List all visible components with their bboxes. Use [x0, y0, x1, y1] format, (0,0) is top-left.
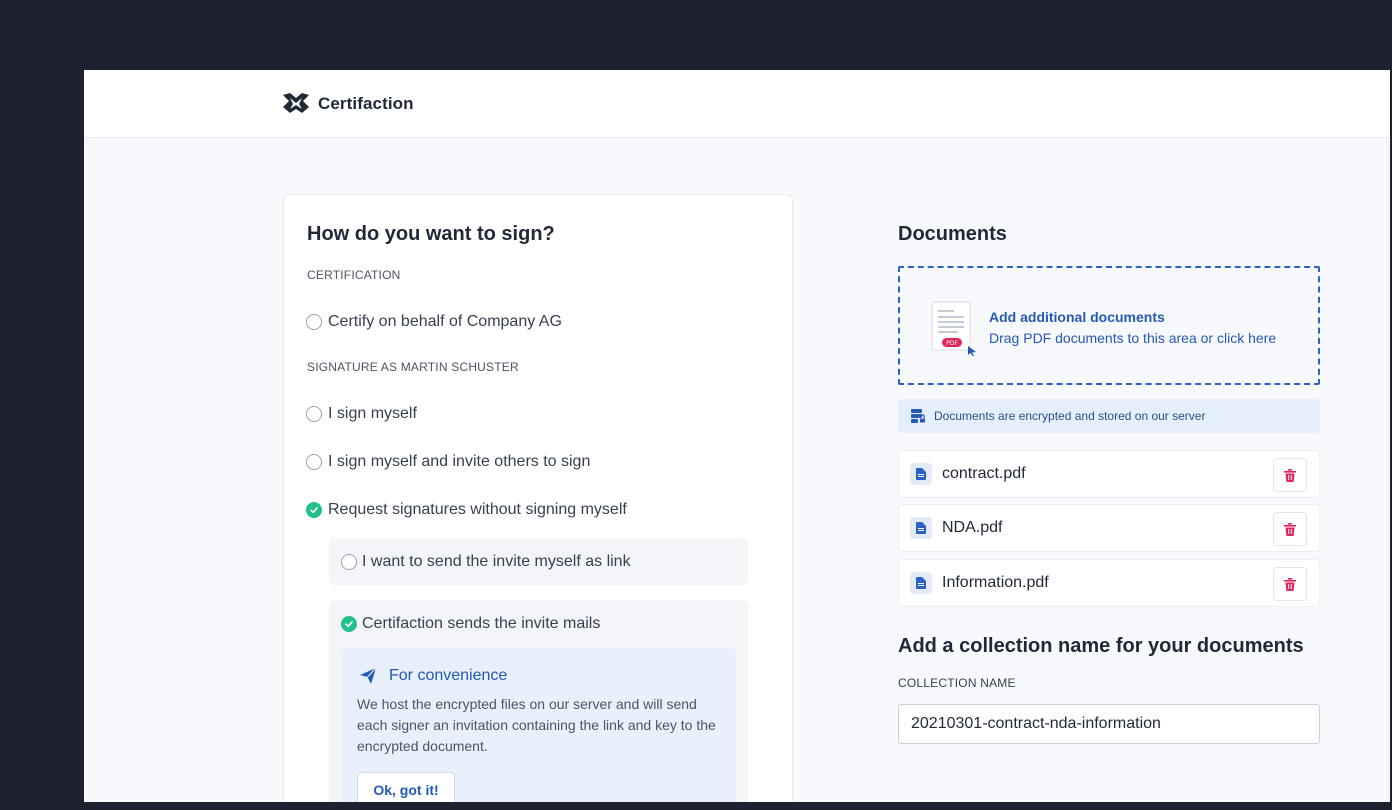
sign-method-card: How do you want to sign? CERTIFICATION C… [283, 194, 793, 802]
radio-button[interactable] [306, 406, 322, 422]
file-row[interactable]: NDA.pdf [898, 504, 1320, 552]
encryption-notice: Documents are encrypted and stored on ou… [898, 399, 1320, 433]
encrypted-server-icon [911, 409, 926, 424]
trash-icon [1284, 522, 1296, 536]
option-label: I sign myself and invite others to sign [328, 453, 591, 470]
dropzone-subtitle: Drag PDF documents to this area or click… [989, 330, 1277, 346]
delete-file-button[interactable] [1273, 512, 1307, 546]
file-name: contract.pdf [942, 465, 1026, 482]
file-name: Information.pdf [942, 574, 1049, 591]
logo[interactable]: Certifaction [282, 92, 414, 116]
file-icon [910, 572, 932, 594]
collection-name-input[interactable] [898, 704, 1320, 744]
app-window: Certifaction How do you want to sign? CE… [84, 70, 1390, 802]
convenience-title: For convenience [389, 667, 508, 684]
ok-got-it-button[interactable]: Ok, got it! [357, 772, 455, 802]
sub-option-label: I want to send the invite myself as link [362, 553, 631, 570]
option-certify[interactable]: Certify on behalf of Company AG [306, 313, 562, 331]
radio-button[interactable] [306, 314, 322, 330]
file-row[interactable]: contract.pdf [898, 450, 1320, 498]
dropzone-title[interactable]: Add additional documents [989, 309, 1165, 325]
documents-title: Documents [898, 223, 1007, 245]
card-title: How do you want to sign? [307, 223, 555, 245]
sub-option-certifaction-sends[interactable]: Certifaction sends the invite mails For … [329, 600, 748, 802]
trash-icon [1284, 577, 1296, 591]
file-name: NDA.pdf [942, 519, 1003, 536]
signature-section-label: SIGNATURE AS MARTIN SCHUSTER [307, 360, 519, 374]
trash-icon [1284, 468, 1296, 482]
checked-radio-icon[interactable] [306, 502, 322, 518]
file-row[interactable]: Information.pdf [898, 559, 1320, 607]
option-sign-myself[interactable]: I sign myself [306, 405, 417, 423]
option-label: I sign myself [328, 405, 417, 422]
convenience-heading: For convenience [359, 667, 507, 685]
pdf-badge: PDF [946, 340, 958, 347]
sub-option-label: Certifaction sends the invite mails [362, 615, 601, 632]
radio-button[interactable] [341, 554, 357, 570]
collection-name-label: COLLECTION NAME [898, 676, 1016, 690]
option-label: Certify on behalf of Company AG [328, 313, 562, 330]
sub-option-row: I want to send the invite myself as link [341, 553, 631, 571]
radio-button[interactable] [306, 454, 322, 470]
certification-section-label: CERTIFICATION [307, 268, 401, 282]
sub-option-row: Certifaction sends the invite mails [341, 615, 600, 633]
encryption-notice-text: Documents are encrypted and stored on ou… [934, 409, 1206, 423]
collection-title: Add a collection name for your documents [898, 635, 1304, 657]
pdf-document-icon: PDF [931, 301, 976, 356]
app-name: Certifaction [318, 94, 414, 113]
delete-file-button[interactable] [1273, 458, 1307, 492]
option-sign-and-invite[interactable]: I sign myself and invite others to sign [306, 453, 590, 471]
checked-radio-icon[interactable] [341, 616, 357, 632]
file-icon [910, 463, 932, 485]
convenience-text: We host the encrypted files on our serve… [357, 696, 716, 754]
paper-plane-icon [360, 667, 377, 684]
option-request-signatures[interactable]: Request signatures without signing mysel… [306, 501, 627, 519]
top-bar: Certifaction [84, 70, 1390, 138]
option-label: Request signatures without signing mysel… [328, 501, 627, 518]
convenience-info-box: For convenience We host the encrypted fi… [341, 648, 736, 802]
document-dropzone[interactable]: PDF Add additional documents Drag PDF do… [898, 266, 1320, 385]
device-frame: Certifaction How do you want to sign? CE… [0, 0, 1392, 810]
delete-file-button[interactable] [1273, 567, 1307, 601]
certifaction-logo-icon [283, 93, 309, 113]
file-icon [910, 517, 932, 539]
sub-option-send-link[interactable]: I want to send the invite myself as link [329, 538, 748, 585]
